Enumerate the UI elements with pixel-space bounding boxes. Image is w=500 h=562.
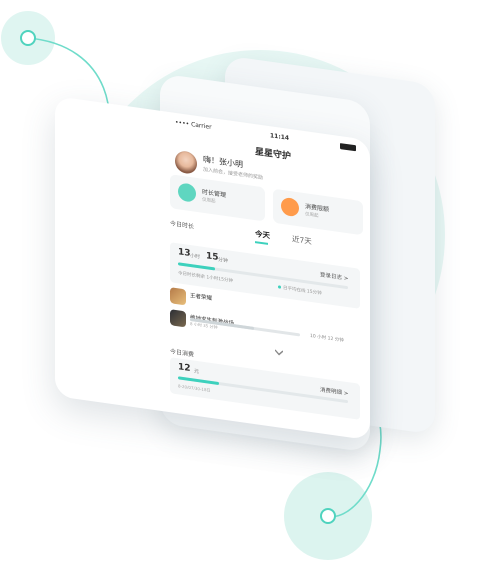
spend-limit-sub: 仅周起	[305, 212, 319, 220]
bottom-node	[320, 508, 336, 524]
spend-detail-link[interactable]: 消费明细 >	[320, 385, 348, 397]
spend-limit-card[interactable]: 消费限额 仅周起	[273, 188, 363, 236]
active-tab-indicator	[255, 241, 268, 245]
tab-today[interactable]: 今天	[255, 228, 270, 241]
phone-screen: •••• Carrier 11:14 星星守护 嗨！张小明 加入前会，接受老师的…	[55, 96, 370, 441]
hours-value: 13	[178, 247, 191, 260]
clock-icon	[178, 182, 196, 203]
hours-unit: 小时	[190, 252, 201, 261]
spend-amount: 12	[178, 362, 191, 375]
average-time-text: 日平均在线 15分钟	[283, 286, 322, 297]
remaining-time: 今日时长剩余 1小时15分钟	[178, 271, 234, 285]
battery-icon	[340, 143, 356, 152]
chevron-down-icon[interactable]	[274, 349, 284, 356]
app-title: 星星守护	[255, 147, 292, 163]
carrier-label: •••• Carrier	[175, 118, 212, 132]
app-duration: 10 小时 12 分钟	[310, 333, 344, 344]
today-duration-label: 今日时长	[170, 220, 195, 231]
minutes-unit: 分钟	[218, 256, 229, 265]
game-icon	[170, 287, 186, 306]
minutes-value: 15	[206, 251, 219, 263]
spend-unit: 元	[194, 368, 200, 376]
time-management-sub: 仅周起	[202, 197, 216, 205]
coin-icon	[281, 196, 299, 218]
avg-dot-icon	[278, 285, 281, 289]
average-time: 日平均在线 15分钟	[278, 284, 322, 296]
tab-last7days[interactable]: 近7天	[292, 233, 312, 247]
top-node	[20, 30, 36, 46]
game-icon	[170, 309, 186, 328]
status-time: 11:14	[270, 132, 290, 142]
avatar[interactable]	[175, 149, 197, 175]
time-management-card[interactable]: 时长管理 仅周起	[170, 174, 265, 222]
chevron-down-svg	[274, 349, 284, 356]
spend-date: 8-20/07/30-18日	[178, 383, 211, 393]
login-log-link[interactable]: 登录日志 >	[320, 270, 348, 282]
app-name: 王者荣耀	[190, 292, 213, 303]
spend-card: 12 元 消费明细 > 8-20/07/30-18日	[170, 357, 360, 420]
usage-progress-fill	[178, 262, 216, 271]
